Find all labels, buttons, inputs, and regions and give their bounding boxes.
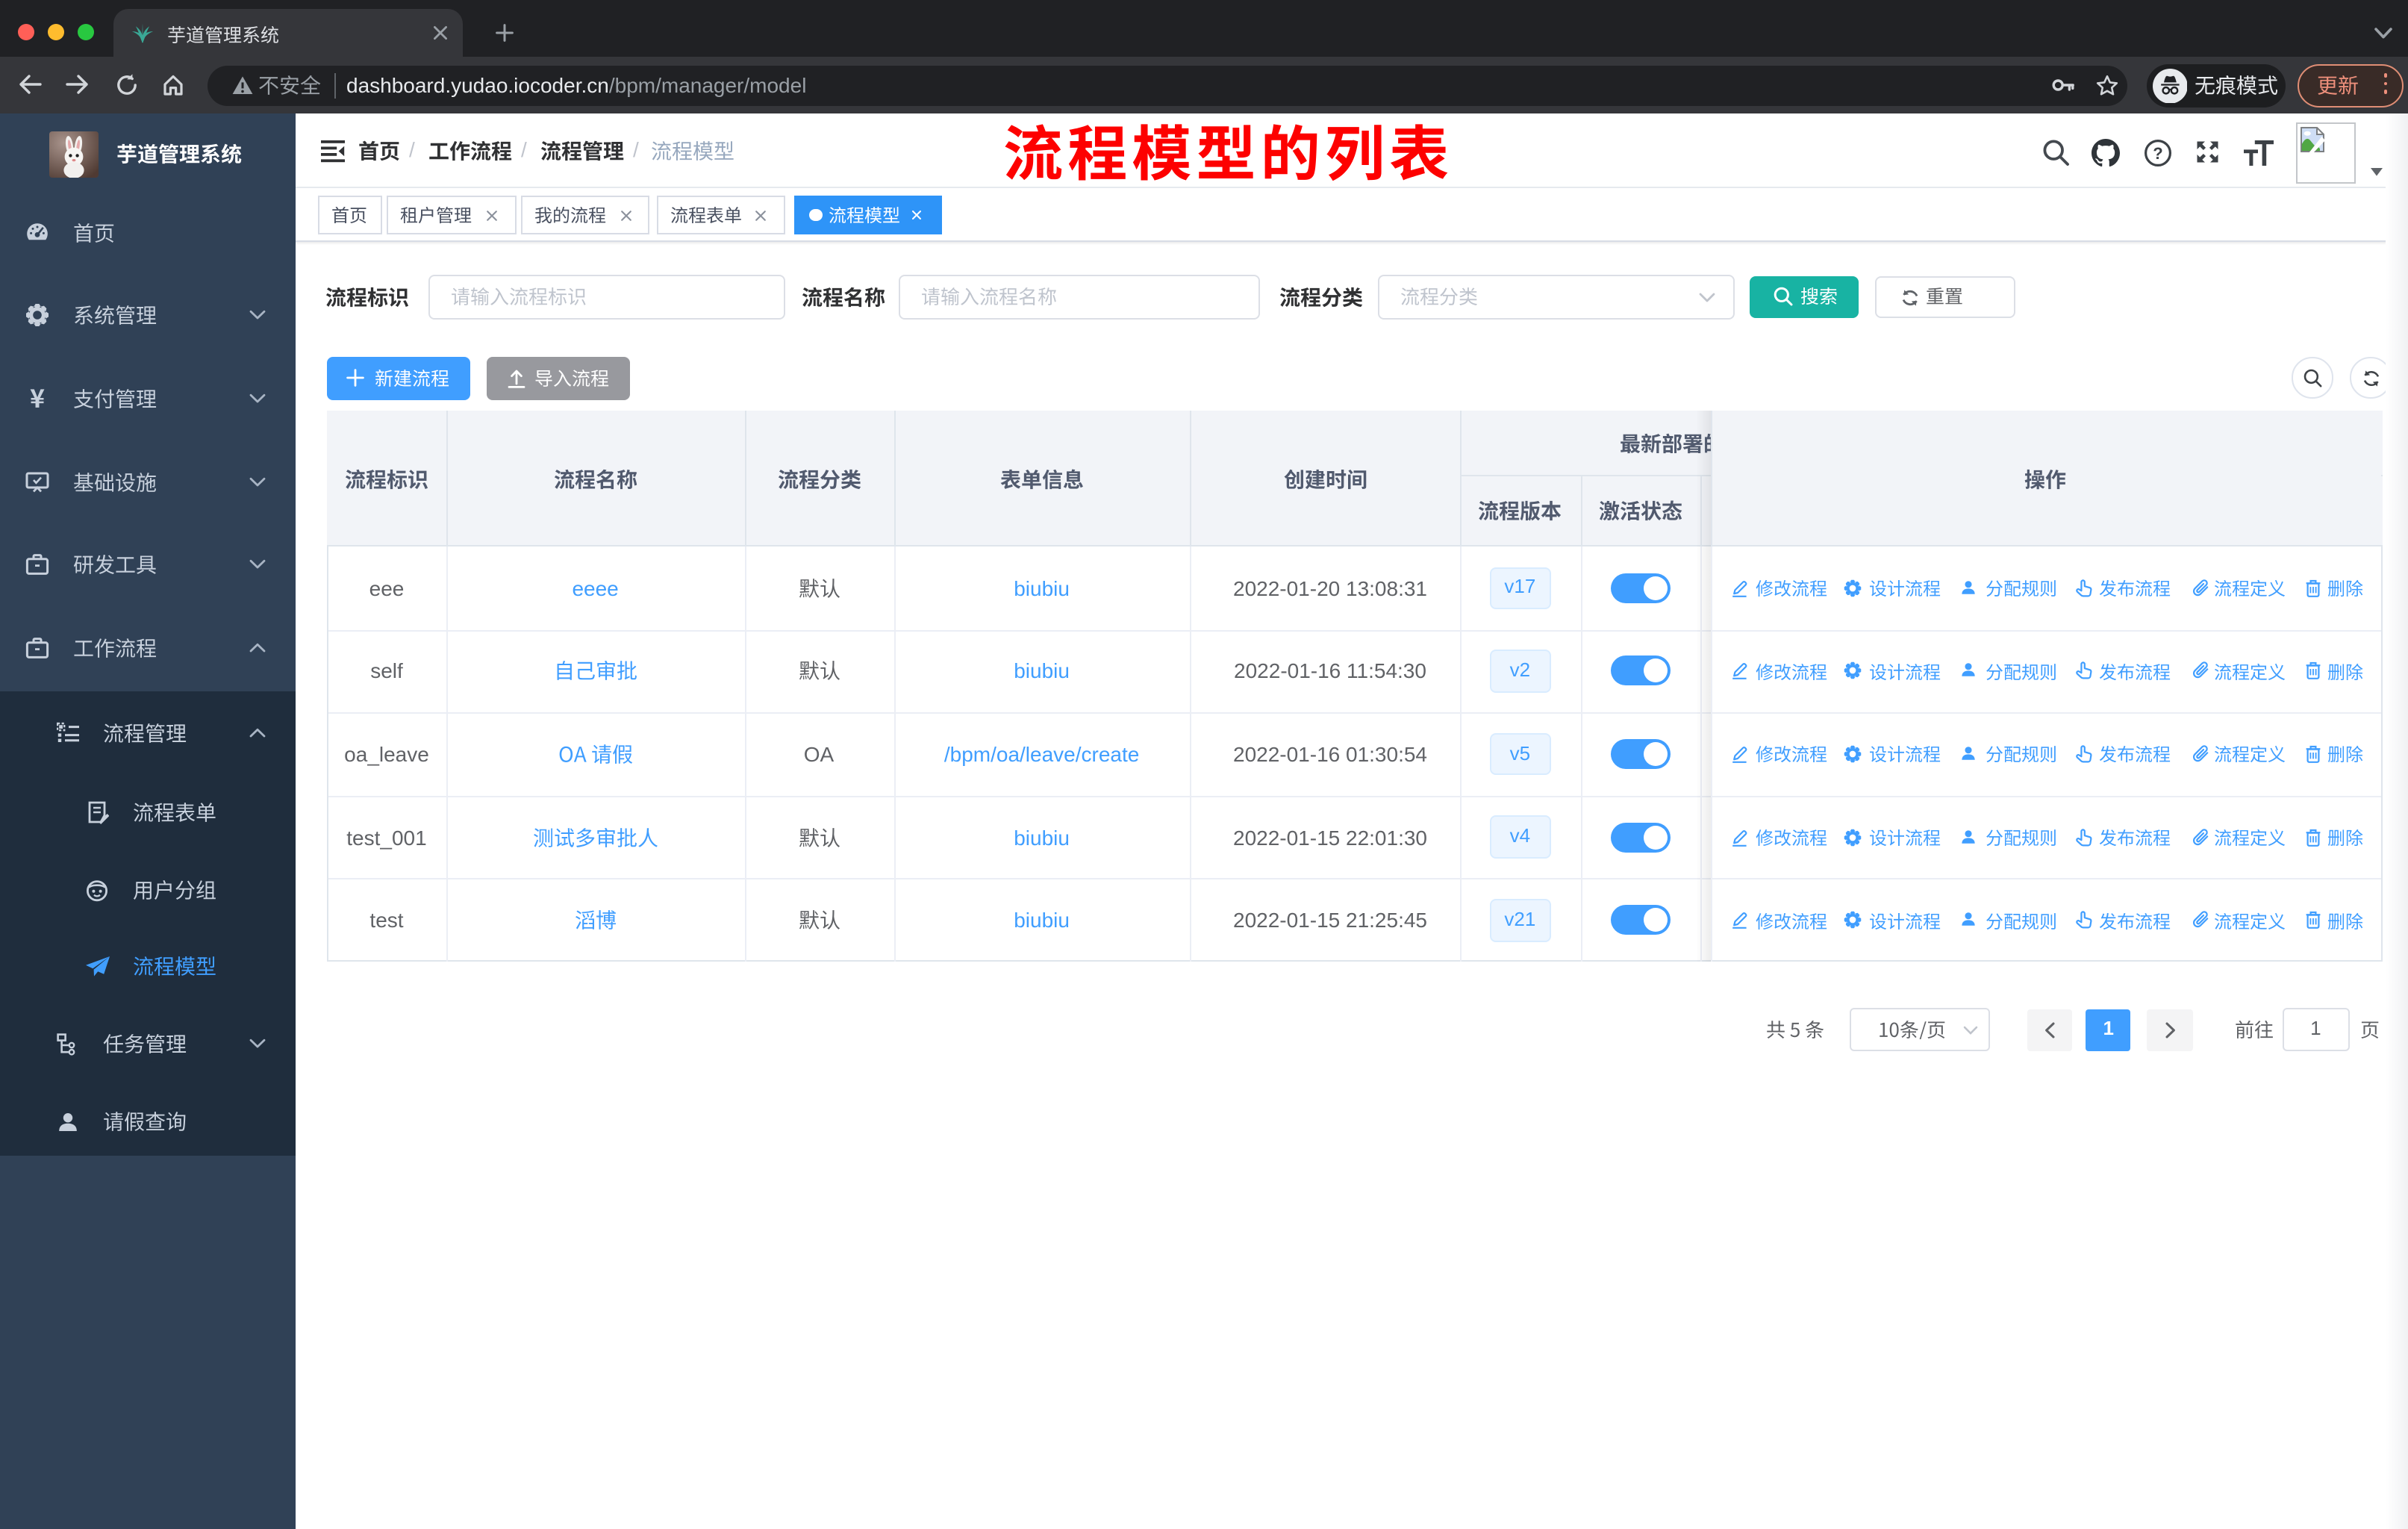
svg-text:?: ?	[2152, 143, 2162, 162]
